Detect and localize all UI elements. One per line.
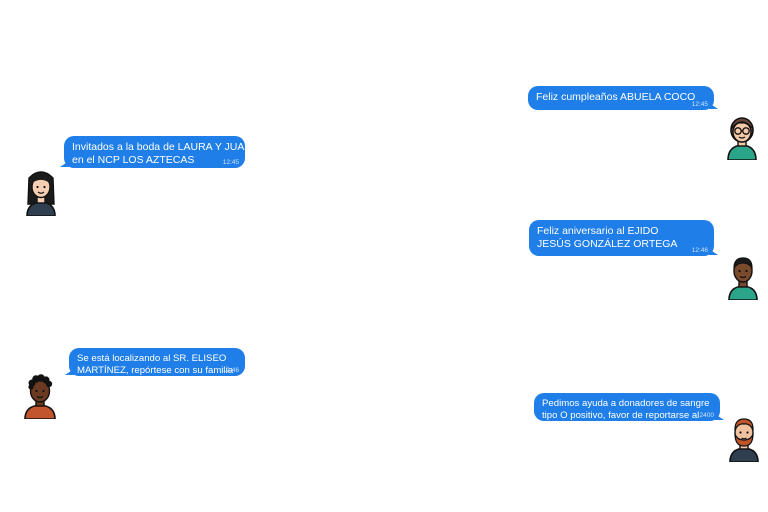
message-bubble[interactable]: Invitados a la boda de LAURA Y JUA, en e… (60, 136, 248, 168)
message-timestamp: 2400 (699, 412, 714, 419)
message-text: Se está localizando al SR. ELISEO (77, 353, 227, 364)
message-text: Feliz cumpleaños ABUELA COCO (536, 91, 696, 103)
man-beard-icon (724, 412, 764, 462)
message-bubble[interactable]: Feliz aniversario al EJIDO JESÚS GONZÁLE… (529, 220, 718, 256)
woman-with-glasses-icon (722, 110, 762, 160)
message-bubble[interactable]: Se está localizando al SR. ELISEO MARTÍN… (65, 348, 245, 376)
message-bubble[interactable]: Feliz cumpleaños ABUELA COCO 12:45 (528, 86, 718, 110)
message-text: JESÚS GONZÁLEZ ORTEGA (537, 237, 678, 250)
message-text: Feliz aniversario al EJIDO (537, 225, 659, 237)
woman-long-hair-icon (21, 166, 61, 216)
man-curly-hair-icon (20, 369, 60, 419)
message-timestamp: 12:46 (691, 247, 708, 254)
message-timestamp: 12:45 (691, 101, 708, 108)
message-text: MARTÍNEZ, repórtese con su familia (77, 364, 234, 376)
chat-thread: Feliz cumpleaños ABUELA COCO 12:45 Invit… (0, 0, 768, 512)
message-text: Pedimos ayuda a donadores de sangre (542, 398, 710, 409)
message-text: Invitados a la boda de LAURA Y JUA, (72, 141, 248, 153)
message-timestamp: 12:46 (222, 367, 239, 374)
message-text: tipo O positivo, favor de reportarse al (542, 409, 700, 421)
message-text: en el NCP LOS AZTECAS (72, 153, 195, 166)
man-short-hair-icon (723, 250, 763, 300)
message-timestamp: 12:45 (222, 159, 239, 166)
message-bubble[interactable]: Pedimos ayuda a donadores de sangre tipo… (534, 393, 724, 421)
